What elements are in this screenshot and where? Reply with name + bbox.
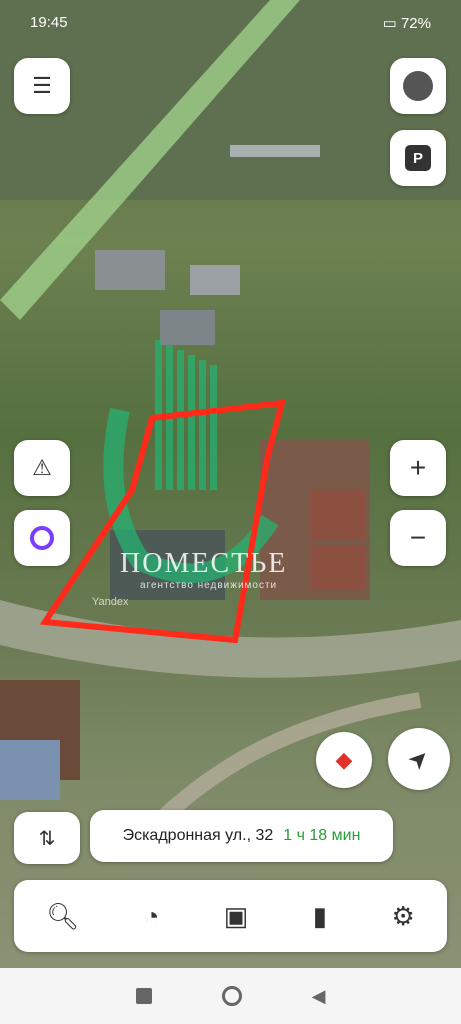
agency-watermark-subtitle: агентство недвижимости bbox=[140, 580, 278, 591]
home-icon[interactable] bbox=[221, 986, 242, 1006]
bookmarks-icon[interactable]: ▮ bbox=[313, 901, 327, 932]
transport-icon[interactable]: ▣ bbox=[224, 901, 249, 932]
bottom-toolbar: 🔍︎ ◔ ▣ ▮ ⚙ bbox=[14, 880, 447, 952]
route-address-bar[interactable]: Эскадронная ул., 32 1 ч 18 мин bbox=[90, 810, 393, 862]
battery-level: 72 bbox=[400, 15, 418, 32]
zoom-out-button[interactable]: − bbox=[390, 510, 446, 566]
menu-button[interactable]: ☰ bbox=[14, 58, 70, 114]
settings-icon[interactable]: ⚙ bbox=[391, 901, 414, 932]
plot-outline bbox=[39, 399, 287, 644]
report-button[interactable]: ⚠ bbox=[14, 440, 70, 496]
hamburger-icon: ☰ bbox=[32, 73, 52, 98]
battery-indicator: ▭ 72% bbox=[382, 15, 431, 32]
eta-label: 1 ч 18 мин bbox=[283, 827, 361, 844]
destination-address: Эскадронная ул., 32 bbox=[122, 827, 274, 844]
agency-watermark: ПОМЕСТЬЕ bbox=[120, 548, 288, 579]
route-options-button[interactable]: ⇅ bbox=[14, 812, 80, 864]
status-bar: 19:45 ▭ 72% bbox=[0, 0, 461, 44]
zoom-in-button[interactable]: + bbox=[390, 440, 446, 496]
alice-icon bbox=[30, 526, 54, 550]
parking-button[interactable]: P bbox=[390, 130, 446, 186]
recents-icon[interactable] bbox=[135, 988, 152, 1004]
search-icon[interactable]: 🔍︎ bbox=[46, 901, 79, 932]
navigator-icon[interactable]: ◔ bbox=[144, 901, 160, 932]
map-provider-label: Yandex bbox=[92, 596, 129, 608]
location-arrow-icon: ➤ bbox=[402, 742, 436, 776]
alice-button[interactable] bbox=[14, 510, 70, 566]
traffic-button[interactable] bbox=[390, 58, 446, 114]
route-icon: ⇅ bbox=[38, 827, 56, 850]
compass-button[interactable]: ◆ bbox=[316, 732, 372, 788]
compass-icon: ◆ bbox=[335, 747, 353, 772]
back-icon[interactable]: ◀ bbox=[312, 986, 326, 1007]
traffic-icon bbox=[403, 71, 433, 101]
warning-icon: ⚠ bbox=[32, 455, 52, 480]
clock: 19:45 bbox=[30, 14, 68, 31]
parking-icon: P bbox=[405, 145, 431, 171]
my-location-button[interactable]: ➤ bbox=[388, 728, 450, 790]
system-nav-bar: ◀ bbox=[0, 968, 461, 1024]
